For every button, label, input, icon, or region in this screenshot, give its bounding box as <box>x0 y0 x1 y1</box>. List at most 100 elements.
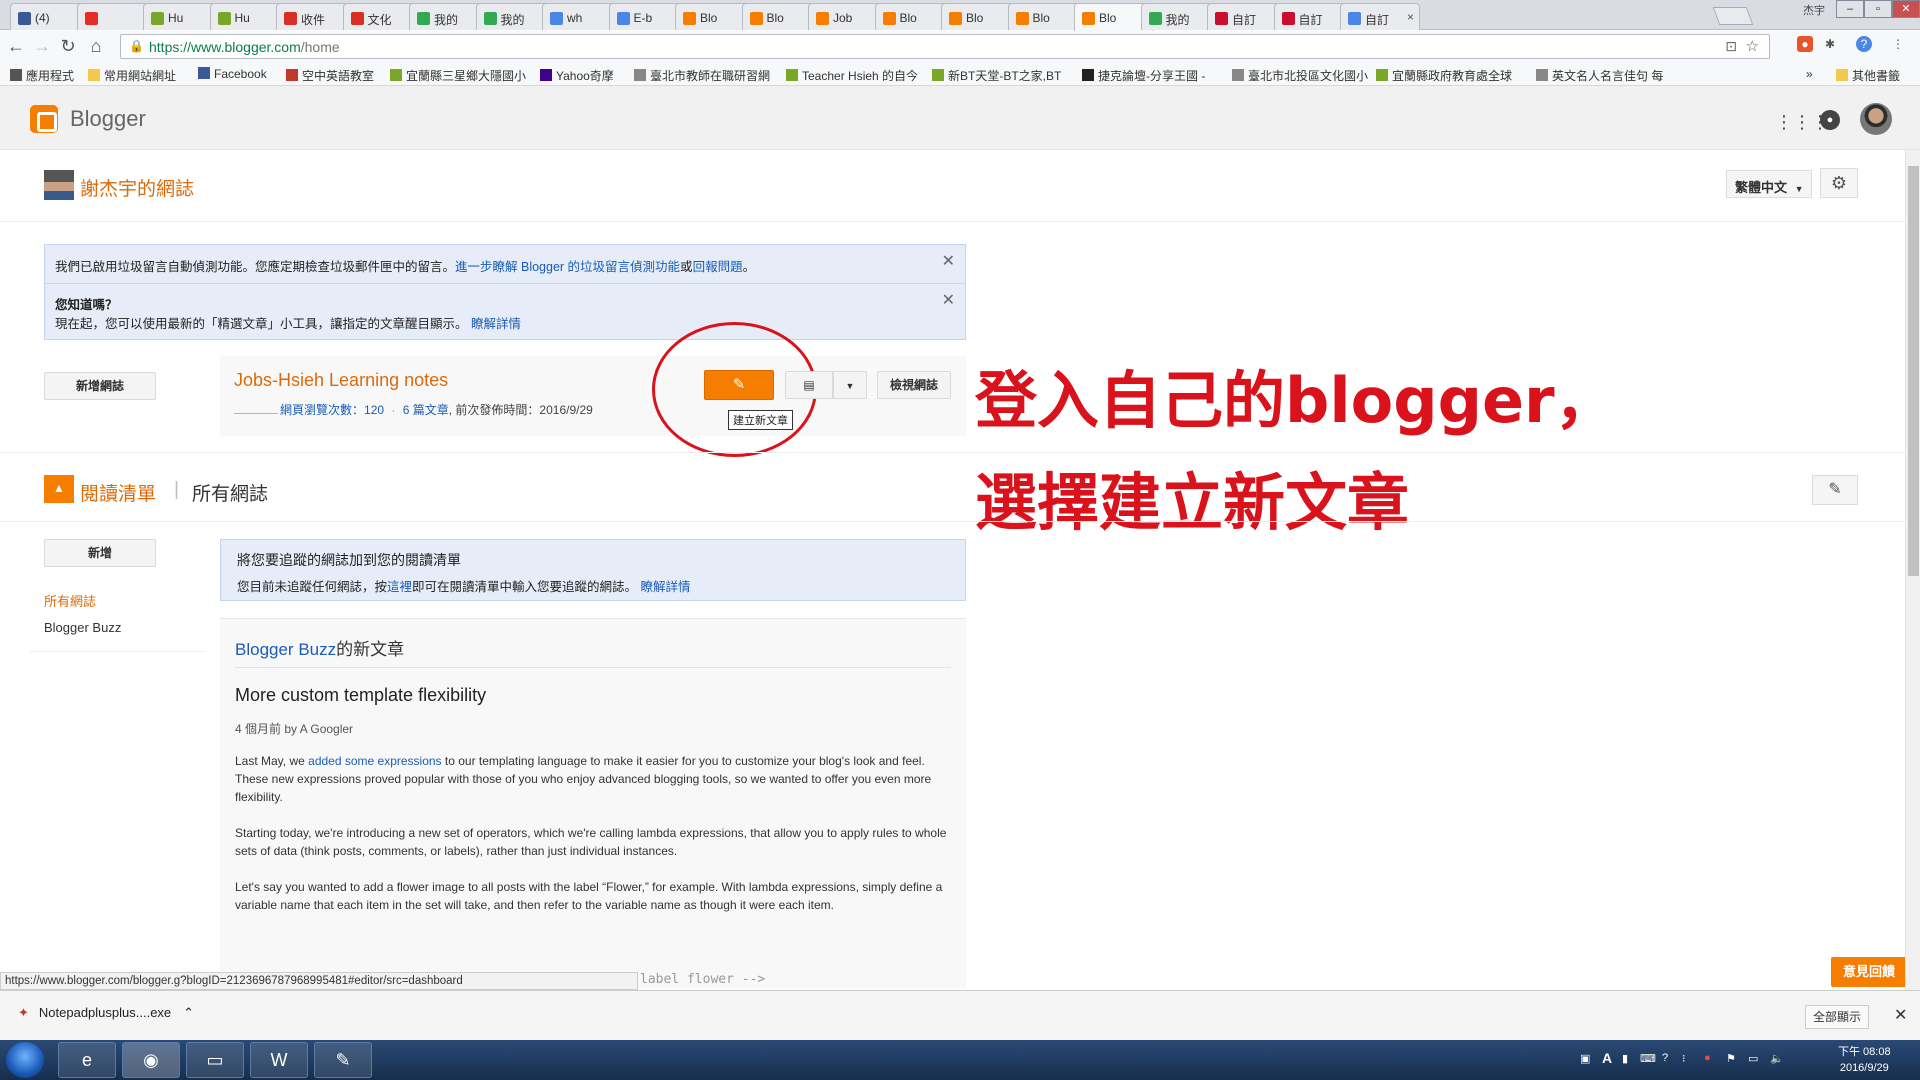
new-post-button[interactable]: ✎ <box>704 370 774 400</box>
avatar[interactable] <box>1860 103 1892 135</box>
learn-more-link[interactable]: 瞭解詳情 <box>641 580 691 594</box>
close-window-button[interactable]: ✕ <box>1892 0 1920 18</box>
tab-label: 我的 <box>1165 13 1190 27</box>
feed-source-link[interactable]: Blogger Buzz <box>235 640 336 659</box>
browser-tab[interactable]: 自訂 × <box>1340 3 1420 30</box>
reload-icon[interactable]: ↻ <box>56 36 80 57</box>
posts-count-link[interactable]: 6 篇文章 <box>403 403 449 417</box>
tab-favicon-icon <box>217 12 231 25</box>
spam-learn-more-link[interactable]: 進一步瞭解 Blogger 的垃圾留言偵測功能 <box>455 260 680 274</box>
tray-app-icon[interactable]: ▣ <box>1580 1052 1590 1065</box>
url-text[interactable]: https://www.blogger.com/home <box>149 39 340 55</box>
here-link[interactable]: 這裡 <box>387 580 412 594</box>
tab-close-icon[interactable]: × <box>1407 10 1414 24</box>
bookmark-item[interactable]: 宜蘭縣政府教育處全球 <box>1376 67 1512 84</box>
edit-pencil-icon[interactable]: ✎ <box>1812 475 1858 505</box>
added-expressions-link[interactable]: added some expressions <box>308 754 441 768</box>
puzzle-icon[interactable]: ✱ <box>1822 36 1838 52</box>
forward-icon[interactable]: → <box>30 36 54 57</box>
bookmarks-overflow-button[interactable]: » <box>1806 67 1813 81</box>
antivirus-icon[interactable]: ● <box>1704 1052 1711 1064</box>
translate-icon[interactable]: ⊡ <box>1725 38 1737 55</box>
blog-card-title[interactable]: Jobs-Hsieh Learning notes <box>234 370 448 391</box>
blogger-logo-icon[interactable] <box>30 105 58 133</box>
explorer-folder-icon[interactable]: ▭ <box>186 1042 244 1078</box>
sidebar-item-blogger-buzz[interactable]: Blogger Buzz <box>44 620 121 635</box>
bookmark-item[interactable]: 宜蘭縣三星鄉大隱國小 <box>390 67 526 84</box>
extension-icon[interactable]: ● <box>1797 36 1813 52</box>
scrollbar-thumb[interactable] <box>1908 166 1919 576</box>
post-title[interactable]: More custom template flexibility <box>235 685 486 706</box>
ie-icon[interactable]: e <box>58 1042 116 1078</box>
y-icon <box>786 69 798 81</box>
bookmark-item[interactable]: 新BT天堂-BT之家,BT <box>932 67 1061 84</box>
address-bar[interactable]: 🔒 https://www.blogger.com/home ⊡ ☆ <box>120 34 1770 59</box>
chevron-up-icon[interactable]: ⌃ <box>183 1005 194 1020</box>
annotation-text-line1: 登入自己的blogger， <box>975 364 1617 437</box>
minimize-button[interactable]: – <box>1836 0 1864 18</box>
notifications-icon[interactable]: ● <box>1820 110 1840 130</box>
tray-window-icon[interactable]: ▮ <box>1622 1052 1628 1065</box>
blog-title[interactable]: 謝杰宇的網誌 <box>80 174 194 201</box>
bookmark-item[interactable]: 空中英語教室 <box>286 67 374 84</box>
tab-favicon-icon <box>1348 12 1361 25</box>
tab-favicon-icon <box>1082 12 1095 25</box>
blog-menu-dropdown[interactable]: ▼ <box>833 371 867 399</box>
bookmark-item[interactable]: 應用程式 <box>10 67 74 84</box>
menu-icon[interactable]: ⋮ <box>1890 36 1906 52</box>
report-problem-link[interactable]: 回報問題 <box>693 260 743 274</box>
posts-list-button[interactable]: ▤ <box>785 371 833 399</box>
bookmark-label: Facebook <box>214 67 267 81</box>
download-item[interactable]: ✦ Notepadplusplus....exe ⌃ <box>18 1005 194 1021</box>
tray-options-icon[interactable]: ⁝ <box>1682 1052 1686 1065</box>
maximize-button[interactable]: ▫ <box>1864 0 1892 18</box>
learn-more-link[interactable]: 瞭解詳情 <box>471 317 521 331</box>
pageviews-count[interactable]: 120 <box>364 403 384 417</box>
view-blog-button[interactable]: 檢視網誌 <box>877 371 951 399</box>
sidebar-item-all-blogs[interactable]: 所有網誌 <box>44 591 96 610</box>
bookmark-item[interactable]: Teacher Hsieh 的自今 <box>786 67 918 84</box>
tab-label: 自訂 <box>1298 13 1323 27</box>
bookmark-item[interactable]: 臺北市北投區文化國小 <box>1232 67 1368 84</box>
scrollbar[interactable] <box>1905 150 1920 990</box>
collapse-toggle-icon[interactable]: ▲ <box>44 475 74 503</box>
blogger-header: Blogger ⋮⋮⋮ ● <box>0 86 1920 150</box>
help-icon[interactable]: ? <box>1662 1052 1668 1064</box>
blogger-brand[interactable]: Blogger <box>70 106 146 132</box>
bookmark-item[interactable]: 臺北市教師在職研習網 <box>634 67 770 84</box>
word-icon[interactable]: W <box>250 1042 308 1078</box>
tab-label: Blo <box>766 11 784 25</box>
bookmark-item[interactable]: 常用網站網址 <box>88 67 176 84</box>
chrome-icon[interactable]: ◉ <box>122 1042 180 1078</box>
chevron-down-icon: ▼ <box>845 381 855 391</box>
flag-icon[interactable]: ⚑ <box>1726 1052 1736 1065</box>
new-blog-button[interactable]: 新增網誌 <box>44 372 156 400</box>
close-icon[interactable]: ✕ <box>942 290 955 310</box>
settings-gear-icon[interactable]: ⚙ <box>1820 168 1858 198</box>
profile-extension-icon[interactable]: ? <box>1856 36 1872 52</box>
other-bookmarks-folder[interactable]: 其他書籤 <box>1836 67 1900 84</box>
home-icon[interactable]: ⌂ <box>84 36 108 57</box>
close-icon[interactable]: ✕ <box>1894 1005 1907 1025</box>
reading-list-header: ▲ 閱讀清單 | 所有網誌 ✎ <box>0 452 1905 522</box>
back-icon[interactable]: ← <box>4 36 28 57</box>
language-select[interactable]: 繁體中文 ▼ <box>1726 170 1812 198</box>
close-icon[interactable]: ✕ <box>942 251 955 271</box>
show-all-downloads-button[interactable]: 全部顯示 <box>1805 1005 1869 1029</box>
tray-keyboard-icon[interactable]: ⌨ <box>1640 1052 1656 1065</box>
volume-icon[interactable]: 🔈 <box>1770 1052 1784 1065</box>
bookmark-item[interactable]: 捷克論壇-分享王國 - <box>1082 67 1205 84</box>
feedback-button[interactable]: 意見回饋 <box>1831 957 1907 987</box>
new-tab-button[interactable] <box>1712 7 1754 25</box>
system-clock[interactable]: 下午 08:08 2016/9/29 <box>1838 1044 1891 1076</box>
ime-icon[interactable]: A <box>1602 1050 1612 1066</box>
paint-icon[interactable]: ✎ <box>314 1042 372 1078</box>
chevron-down-icon: ▼ <box>1794 184 1804 194</box>
network-icon[interactable]: ▭ <box>1748 1052 1758 1065</box>
start-button[interactable] <box>6 1042 44 1078</box>
bookmark-item[interactable]: 英文名人名言佳句 每 <box>1536 67 1663 84</box>
bookmark-item[interactable]: Yahoo奇摩 <box>540 67 614 84</box>
pageviews-link[interactable]: 網頁瀏覽次數： <box>280 403 364 417</box>
star-icon[interactable]: ☆ <box>1746 37 1759 55</box>
bookmark-item[interactable]: Facebook <box>198 67 267 81</box>
